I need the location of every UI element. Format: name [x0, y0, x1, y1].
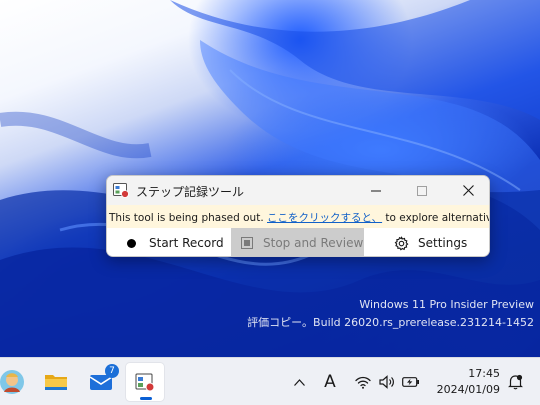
ime-mode-label: A [324, 372, 336, 392]
title-bar[interactable]: ステップ記録ツール [107, 176, 489, 205]
notification-bell-icon [507, 374, 523, 390]
taskbar: 7 A 17:45 2024/01/09 [0, 357, 540, 405]
clock-date: 2024/01/09 [436, 383, 500, 396]
widgets-avatar-icon [0, 370, 24, 394]
notice-text-suffix: to explore alternatives. [385, 212, 489, 224]
watermark-edition: Windows 11 Pro Insider Preview [359, 298, 534, 311]
active-app-indicator [140, 397, 152, 400]
close-icon [462, 185, 474, 196]
network-button[interactable] [352, 358, 374, 405]
record-icon [127, 238, 136, 248]
steps-recorder-taskbar-icon [135, 373, 155, 392]
settings-label: Settings [418, 236, 468, 250]
battery-button[interactable] [400, 358, 422, 405]
settings-button[interactable]: Settings [364, 228, 489, 256]
window-title: ステップ記録ツール [136, 185, 245, 199]
ime-mode-button[interactable]: A [318, 358, 342, 405]
recorder-toolbar: Start Record Stop and Review Settings [107, 228, 489, 256]
wifi-icon [355, 376, 371, 389]
battery-charging-icon [402, 377, 419, 387]
steps-recorder-window: ステップ記録ツール This tool is being phased out.… [106, 175, 490, 257]
watermark-build: 評価コピー。Build 26020.rs_prerelease.231214-1… [247, 316, 534, 329]
taskbar-widgets-button[interactable] [0, 362, 32, 402]
gear-icon [394, 235, 409, 251]
stop-icon [241, 237, 253, 249]
stop-and-review-button[interactable]: Stop and Review [231, 228, 364, 256]
alternatives-link[interactable]: ここをクリックすると、 [267, 212, 382, 224]
taskbar-file-explorer-button[interactable] [36, 362, 76, 402]
speaker-icon [379, 375, 394, 389]
mail-unread-badge: 7 [105, 364, 119, 378]
deprecation-notice: This tool is being phased out. ここをクリックする… [107, 205, 489, 228]
taskbar-steps-recorder-button[interactable] [125, 362, 165, 402]
folder-icon [45, 375, 67, 390]
taskbar-mail-button[interactable]: 7 [81, 362, 121, 402]
start-record-button[interactable]: Start Record [107, 228, 231, 256]
start-record-label: Start Record [149, 236, 224, 250]
notice-text-prefix: This tool is being phased out. [109, 212, 267, 224]
minimize-icon [371, 190, 381, 191]
maximize-icon [417, 185, 427, 196]
show-hidden-icons-button[interactable] [288, 358, 310, 405]
stop-and-review-label: Stop and Review [263, 236, 364, 250]
clock-time: 17:45 [468, 367, 500, 380]
maximize-button[interactable] [399, 176, 445, 205]
volume-button[interactable] [376, 358, 398, 405]
chevron-up-icon [293, 378, 305, 386]
notifications-button[interactable] [504, 358, 526, 405]
minimize-button[interactable] [353, 176, 399, 205]
steps-recorder-app-icon [113, 183, 129, 198]
clock-button[interactable]: 17:45 2024/01/09 [430, 366, 500, 398]
close-button[interactable] [445, 176, 489, 205]
